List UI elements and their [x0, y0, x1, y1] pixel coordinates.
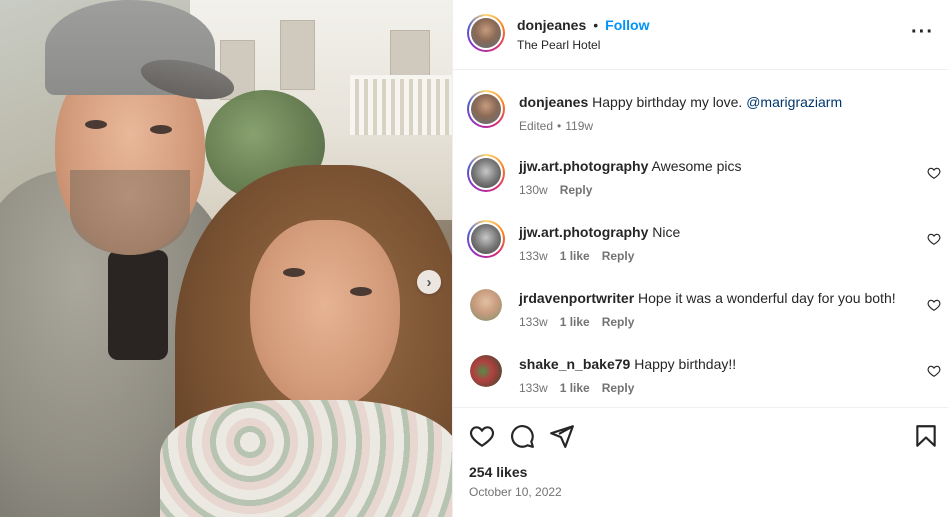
caption-mention[interactable]: @marigraziarm [746, 94, 842, 110]
caption-text: donjeanes Happy birthday my love. @marig… [519, 94, 842, 110]
more-options-icon[interactable]: ··· [911, 22, 934, 42]
photo-woman-top [160, 400, 452, 517]
photo-woman-eye [350, 287, 372, 296]
comment-meta: 133w 1 like Reply [519, 249, 634, 263]
photo-man-beard [70, 170, 190, 255]
comment-age[interactable]: 133w [519, 381, 548, 395]
like-count[interactable]: 254 likes [469, 464, 527, 480]
comments-list: donjeanes Happy birthday my love. @marig… [453, 70, 948, 407]
chevron-right-icon: › [426, 273, 432, 291]
comment-icon[interactable] [509, 423, 535, 449]
caption-username[interactable]: donjeanes [519, 94, 588, 110]
location-link[interactable]: The Pearl Hotel [517, 38, 600, 52]
photo-railing [350, 75, 452, 135]
carousel-next-button[interactable]: › [417, 270, 441, 294]
comment-text: jjw.art.photography Awesome pics [519, 158, 742, 174]
comment-text: jrdavenportwriter Hope it was a wonderfu… [519, 290, 896, 306]
comment-avatar[interactable] [470, 355, 502, 387]
comment-row: shake_n_bake79 Happy birthday!! 133w 1 l… [453, 350, 948, 400]
comment-avatar[interactable] [467, 220, 505, 258]
follow-button[interactable]: Follow [605, 17, 649, 33]
comment-row: jjw.art.photography Nice 133w 1 like Rep… [453, 218, 948, 268]
comment-body: Awesome pics [651, 158, 742, 174]
caption-avatar[interactable] [467, 90, 505, 128]
comment-username[interactable]: jjw.art.photography [519, 158, 648, 174]
photo-woman-face [250, 220, 400, 410]
comment-age[interactable]: 133w [519, 249, 548, 263]
comment-username[interactable]: jjw.art.photography [519, 224, 648, 240]
comment-meta: 133w 1 like Reply [519, 381, 634, 395]
bookmark-icon[interactable] [913, 423, 939, 449]
comment-like-heart-icon[interactable] [927, 232, 941, 246]
caption-row: donjeanes Happy birthday my love. @marig… [453, 88, 948, 138]
comment-like-heart-icon[interactable] [927, 298, 941, 312]
caption-meta: Edited • 119w [519, 119, 593, 133]
comment-body: Happy birthday!! [634, 356, 737, 372]
comment-text: shake_n_bake79 Happy birthday!! [519, 356, 736, 372]
comment-meta: 130w Reply [519, 183, 592, 197]
comment-age[interactable]: 130w [519, 183, 548, 197]
comment-text: jjw.art.photography Nice [519, 224, 680, 240]
comment-like-heart-icon[interactable] [927, 364, 941, 378]
reply-button[interactable]: Reply [602, 381, 635, 395]
reply-button[interactable]: Reply [560, 183, 593, 197]
author-avatar[interactable] [467, 14, 505, 52]
caption-body: Happy birthday my love. [592, 94, 743, 110]
comment-row: jjw.art.photography Awesome pics 130w Re… [453, 152, 948, 202]
author-line: donjeanes • Follow [517, 17, 649, 33]
action-bar: 254 likes October 10, 2022 [453, 407, 948, 517]
photo-man-eye [85, 120, 107, 129]
edited-label: Edited [519, 119, 554, 133]
comment-body: Nice [652, 224, 681, 240]
meta-dot: • [557, 119, 562, 133]
caption-age[interactable]: 119w [565, 119, 593, 133]
post-photo[interactable]: › [0, 0, 452, 517]
comment-username[interactable]: shake_n_bake79 [519, 356, 630, 372]
comment-like-heart-icon[interactable] [927, 166, 941, 180]
author-username[interactable]: donjeanes [517, 17, 586, 33]
photo-man-shirt [108, 250, 168, 360]
post-date[interactable]: October 10, 2022 [469, 485, 562, 499]
comment-meta: 133w 1 like Reply [519, 315, 634, 329]
comment-like-count[interactable]: 1 like [560, 381, 590, 395]
reply-button[interactable]: Reply [602, 249, 635, 263]
post-side-panel: donjeanes • Follow The Pearl Hotel ··· d… [452, 0, 948, 517]
separator-dot: • [593, 17, 599, 33]
comment-like-count[interactable]: 1 like [560, 249, 590, 263]
comment-avatar[interactable] [467, 154, 505, 192]
photo-man-eye [150, 125, 172, 134]
photo-woman-eye [283, 268, 305, 277]
comment-body: Hope it was a wonderful day for you both… [638, 290, 896, 306]
comment-row: jrdavenportwriter Hope it was a wonderfu… [453, 284, 948, 334]
share-icon[interactable] [549, 423, 575, 449]
comment-like-count[interactable]: 1 like [560, 315, 590, 329]
comment-avatar[interactable] [470, 289, 502, 321]
reply-button[interactable]: Reply [602, 315, 635, 329]
post-header: donjeanes • Follow The Pearl Hotel ··· [453, 0, 948, 70]
heart-icon[interactable] [469, 423, 495, 449]
comment-username[interactable]: jrdavenportwriter [519, 290, 634, 306]
comment-age[interactable]: 133w [519, 315, 548, 329]
